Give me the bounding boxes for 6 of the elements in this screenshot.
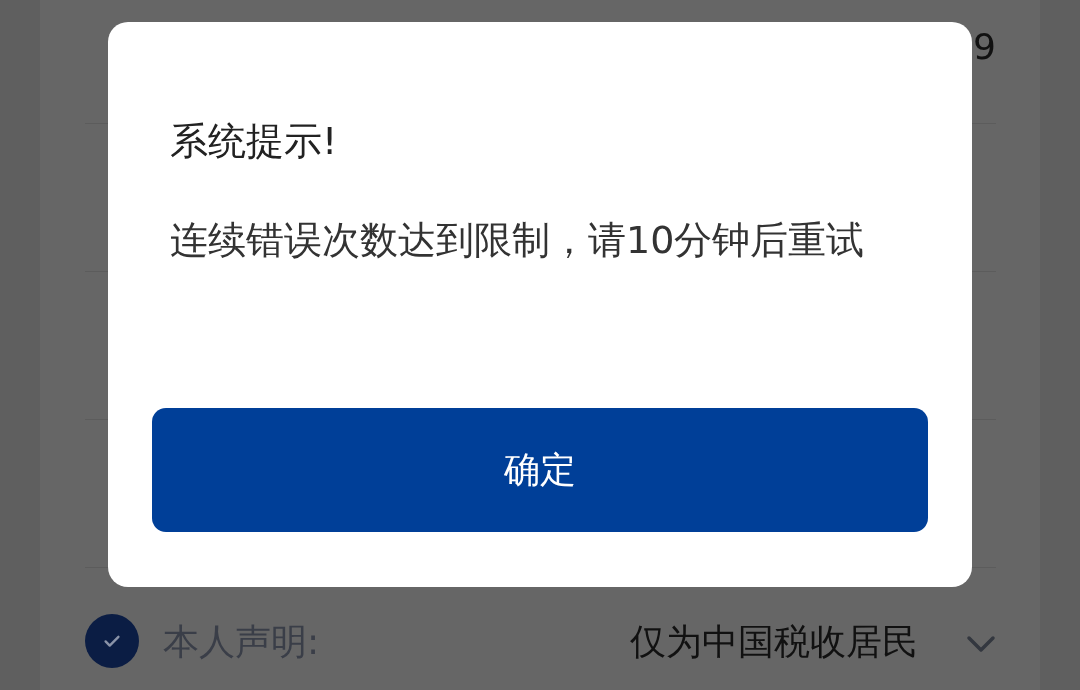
dialog-message: 连续错误次数达到限制，请10分钟后重试 xyxy=(170,217,866,264)
confirm-button[interactable]: 确定 xyxy=(152,408,928,532)
field-value: 9 xyxy=(973,26,996,67)
chevron-down-icon[interactable] xyxy=(966,634,996,654)
dialog-title: 系统提示! xyxy=(170,122,339,160)
checkbox[interactable] xyxy=(85,614,139,668)
